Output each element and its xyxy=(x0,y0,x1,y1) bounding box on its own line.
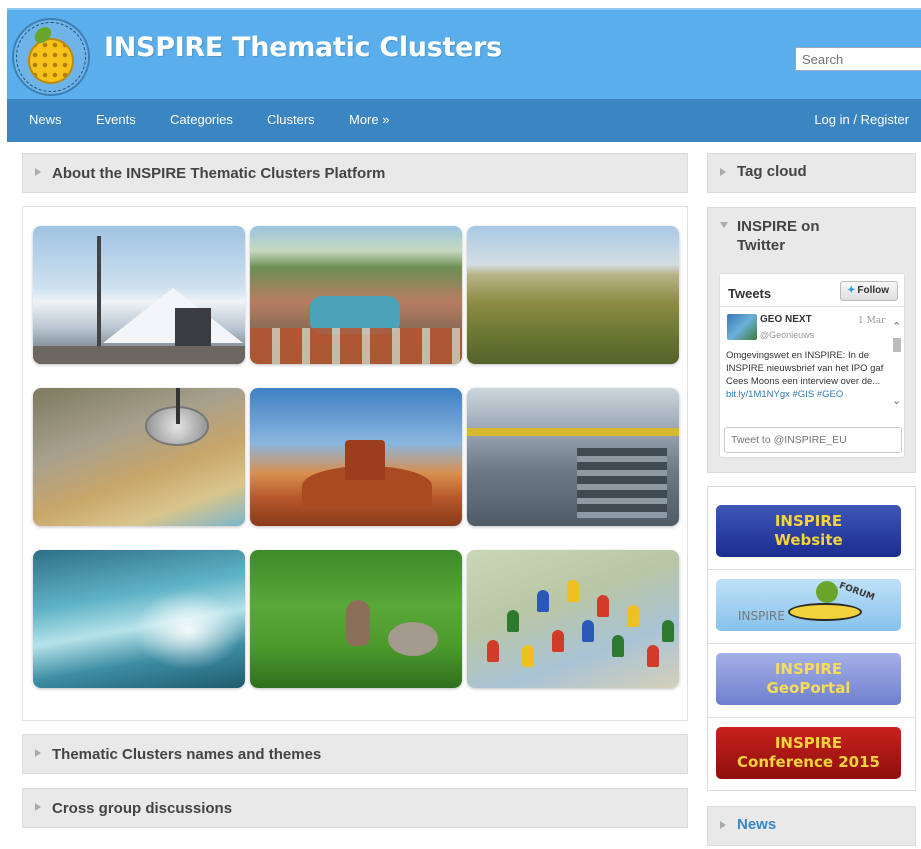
follow-label: Follow xyxy=(857,285,890,296)
section-title: Thematic Clusters names and themes xyxy=(52,746,322,763)
site-header: INSPIRE Thematic Clusters xyxy=(7,8,921,99)
gallery-image-mountain-station[interactable] xyxy=(33,226,245,364)
tweet-handle[interactable]: @Geonieuws xyxy=(760,330,814,340)
forum-leaf-icon xyxy=(816,581,838,603)
tweet-text: Omgevingswet en INSPIRE: In de INSPIRE n… xyxy=(726,350,884,387)
compass-needle xyxy=(176,388,180,424)
sidebar-title: Tag cloud xyxy=(737,163,807,180)
roofs xyxy=(250,328,462,364)
tweet-link[interactable]: bit.ly/1M1NYgx #GIS #GEO xyxy=(726,389,843,400)
forum-ellipse xyxy=(788,603,862,621)
forum-word: INSPIRE xyxy=(738,609,785,623)
section-cross-group[interactable]: Cross group discussions xyxy=(22,788,688,828)
expand-arrow-icon xyxy=(35,168,41,176)
expand-arrow-icon xyxy=(720,168,726,176)
banner-line2: Website xyxy=(774,531,843,549)
expand-arrow-icon xyxy=(35,803,41,811)
mountain-peak xyxy=(103,288,243,343)
tweets-header: Tweets xyxy=(728,286,772,301)
banner-divider xyxy=(707,569,916,570)
login-register-link[interactable]: Log in / Register xyxy=(814,112,909,127)
divider xyxy=(720,306,904,307)
expand-arrow-icon xyxy=(720,821,726,829)
tweet-body: Omgevingswet en INSPIRE: In de INSPIRE n… xyxy=(726,349,886,401)
sidebar-title: News xyxy=(737,816,777,833)
tweet-user[interactable]: GEO NEXT xyxy=(760,314,812,325)
page: INSPIRE Thematic Clusters News Events Ca… xyxy=(0,0,921,849)
gallery-image-industrial-hall[interactable] xyxy=(467,388,679,526)
tweet-compose-input[interactable] xyxy=(724,427,902,453)
map-pin xyxy=(627,605,639,627)
butte-top xyxy=(345,440,385,480)
chevron-down-icon[interactable]: ⌄ xyxy=(892,394,901,407)
nav-item-more[interactable]: More » xyxy=(349,112,389,127)
logo-sun xyxy=(28,38,74,84)
gallery-image-maps-and-compass[interactable] xyxy=(33,388,245,526)
yellow-rail xyxy=(467,428,679,436)
avatar[interactable] xyxy=(727,314,757,340)
banner-line1: INSPIRE xyxy=(774,660,843,678)
inspire-geoportal-banner[interactable]: INSPIRE GeoPortal xyxy=(716,653,901,705)
squirrel xyxy=(346,600,370,646)
expand-arrow-icon xyxy=(35,749,41,757)
banner-line1: INSPIRE xyxy=(774,512,843,530)
banner-line2: GeoPortal xyxy=(766,679,851,697)
sidebar-news[interactable]: News xyxy=(707,806,916,846)
section-cluster-names[interactable]: Thematic Clusters names and themes xyxy=(22,734,688,774)
inspire-website-banner[interactable]: INSPIRE Website xyxy=(716,505,901,557)
steps xyxy=(577,448,667,518)
gallery-image-lakeside-town[interactable] xyxy=(250,226,462,364)
map-pin xyxy=(552,630,564,652)
inspire-conference-banner[interactable]: INSPIRE Conference 2015 xyxy=(716,727,901,779)
map-pin xyxy=(522,645,534,667)
rocky-ground xyxy=(33,346,245,364)
twitter-widget: Tweets ✦ Follow GEO NEXT @Geonieuws 1 Mar… xyxy=(719,273,905,458)
map-pin xyxy=(647,645,659,667)
banner-line1: INSPIRE xyxy=(774,734,843,752)
antenna-mast xyxy=(97,236,101,356)
map-pin xyxy=(597,595,609,617)
banner-divider xyxy=(707,717,916,718)
gallery-image-desert-butte[interactable] xyxy=(250,388,462,526)
scroll-thumb[interactable] xyxy=(893,338,901,352)
nav-item-categories[interactable]: Categories xyxy=(170,112,233,127)
section-title: Cross group discussions xyxy=(52,800,233,817)
gallery-image-plain-landscape[interactable] xyxy=(467,226,679,364)
map-pin xyxy=(662,620,674,642)
inspire-logo[interactable] xyxy=(12,18,90,96)
map-pin xyxy=(567,580,579,602)
collapse-arrow-icon[interactable] xyxy=(720,222,728,228)
map-pin xyxy=(507,610,519,632)
sidebar-tag-cloud[interactable]: Tag cloud xyxy=(707,153,916,193)
gallery-image-ocean-wave[interactable] xyxy=(33,550,245,688)
sidebar-banners: INSPIRE Website INSPIRE FORUM INSPIRE Ge… xyxy=(707,486,916,791)
site-title[interactable]: INSPIRE Thematic Clusters xyxy=(104,32,502,63)
nav-item-events[interactable]: Events xyxy=(96,112,136,127)
search-input[interactable] xyxy=(795,47,921,71)
map-pin xyxy=(487,640,499,662)
map-pin xyxy=(612,635,624,657)
tweet-date[interactable]: 1 Mar xyxy=(858,316,885,326)
section-about[interactable]: About the INSPIRE Thematic Clusters Plat… xyxy=(22,153,688,193)
tweet-scrollbar[interactable]: ⌃ ⌄ xyxy=(891,320,903,410)
map-pin xyxy=(537,590,549,612)
main-nav: News Events Categories Clusters More » L… xyxy=(7,99,921,142)
nav-item-clusters[interactable]: Clusters xyxy=(267,112,315,127)
banner-line2: Conference 2015 xyxy=(737,753,880,771)
inspire-forum-banner[interactable]: INSPIRE FORUM xyxy=(716,579,901,631)
gallery-image-squirrel-on-grass[interactable] xyxy=(250,550,462,688)
gallery-image-map-with-pins[interactable] xyxy=(467,550,679,688)
image-gallery xyxy=(22,206,688,721)
banner-divider xyxy=(707,643,916,644)
hedgehog xyxy=(388,622,438,656)
follow-button[interactable]: ✦ Follow xyxy=(840,281,898,301)
section-title: About the INSPIRE Thematic Clusters Plat… xyxy=(52,165,386,182)
twitter-bird-icon: ✦ xyxy=(847,285,856,296)
map-pin xyxy=(582,620,594,642)
nav-item-news[interactable]: News xyxy=(29,112,62,127)
sidebar-title: INSPIRE on Twitter xyxy=(737,218,820,254)
wave-foam xyxy=(133,590,243,670)
chevron-up-icon[interactable]: ⌃ xyxy=(892,320,901,333)
